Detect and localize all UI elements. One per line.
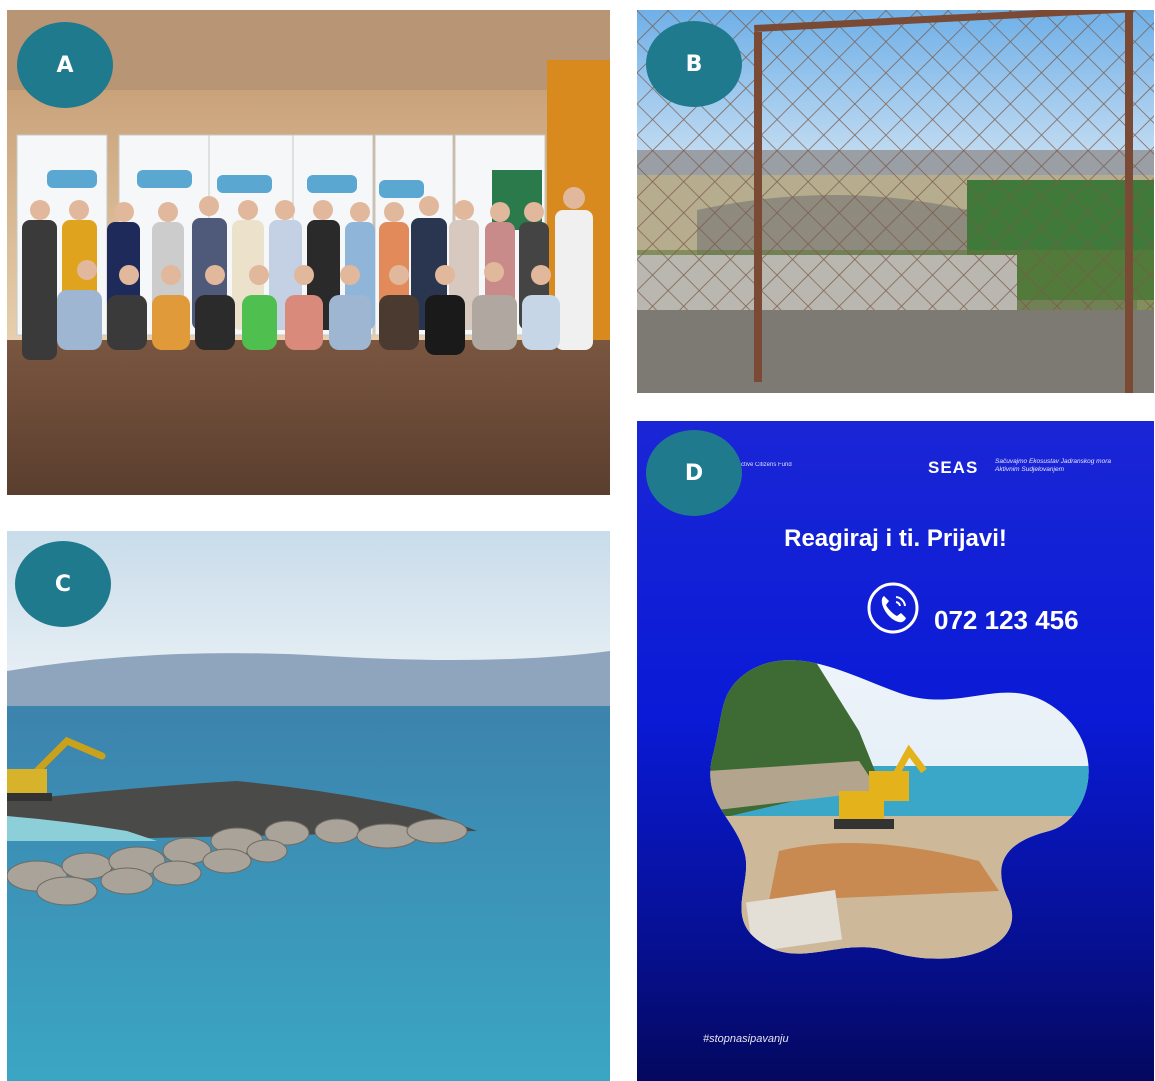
photo-group-meeting: A	[7, 10, 610, 495]
poster-photo-blob	[710, 660, 1089, 959]
poster-headline: Reagiraj i ti. Prijavi!	[784, 525, 1007, 552]
seas-tagline: Sačuvajmo Ekosustav Jadranskog mora Akti…	[995, 458, 1111, 473]
poster-hashtag: #stopnasipavanju	[703, 1033, 789, 1045]
phone-number: 072 123 456	[934, 605, 1079, 635]
panel-label-badge: B	[646, 21, 742, 107]
photo-coastal-embankment: C	[7, 531, 610, 1081]
phone-icon	[867, 582, 919, 634]
panel-label-badge: A	[17, 22, 113, 108]
panel-label-badge: C	[15, 541, 111, 627]
campaign-poster: Active Citizens Fund SEAS Sačuvajmo Ekos…	[637, 421, 1154, 1081]
partner-logo: Active Citizens Fund	[737, 462, 792, 468]
seas-logo: SEAS	[928, 458, 979, 477]
photo-fence-landfill: B	[637, 10, 1154, 393]
panel-label-badge: D	[646, 430, 742, 516]
